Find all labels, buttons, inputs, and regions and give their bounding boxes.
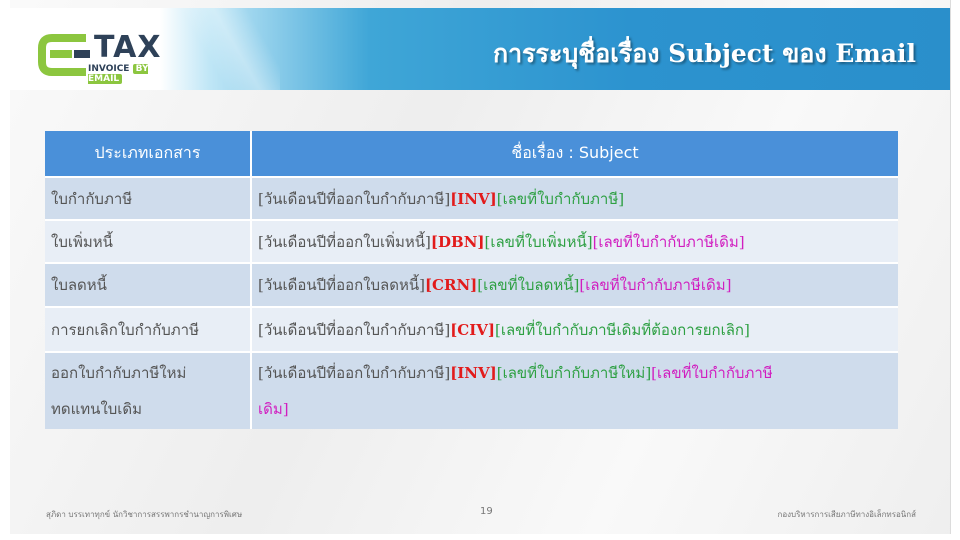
subject-date-segment: [วันเดือนปีที่ออกใบกำกับภาษี]: [258, 364, 451, 382]
subject-original-segment: [เลขที่ใบกำกับภาษีเดิม]: [579, 276, 732, 294]
etax-logo: TAX INVOICE BY EMAIL: [36, 30, 181, 84]
doc-type-cell: ใบลดหนี้: [45, 262, 252, 307]
header-doc-type: ประเภทเอกสาร: [45, 131, 252, 177]
subject-code-segment: [CRN]: [424, 276, 478, 294]
logo-tax-text: TAX: [94, 30, 162, 65]
doc-type-cell: ใบกำกับภาษี: [45, 176, 252, 220]
subject-number-segment: [เลขที่ใบลดหนี้]: [477, 276, 580, 294]
subject-code-segment: [INV]: [450, 364, 497, 382]
subject-code-segment: [DBN]: [430, 232, 485, 251]
doc-type-line: ออกใบกำกับภาษีใหม่: [51, 364, 187, 382]
subject-original-segment: [เลขที่ใบกำกับภาษีเดิม]: [592, 232, 745, 251]
doc-type-cell: ออกใบกำกับภาษีใหม่ทดแทนใบเดิม: [45, 351, 252, 429]
subject-number-segment: [เลขที่ใบเพิ่มหนี้]: [484, 232, 593, 251]
logo-sub-invoice: INVOICE: [88, 64, 130, 74]
subject-code-segment: [CIV]: [450, 320, 495, 339]
table-row: การยกเลิกใบกำกับภาษี [วันเดือนปีที่ออกใบ…: [45, 306, 898, 352]
table-row: ใบกำกับภาษี [วันเดือนปีที่ออกใบกำกับภาษี…: [45, 176, 898, 220]
logo-subtitle: INVOICE BY EMAIL: [88, 64, 181, 84]
subject-number-segment: [เลขที่ใบกำกับภาษีเดิมที่ต้องการยกเลิก]: [494, 320, 750, 339]
table-row: ใบลดหนี้ [วันเดือนปีที่ออกใบลดหนี้][CRN]…: [45, 262, 898, 307]
subject-cell: [วันเดือนปีที่ออกใบลดหนี้][CRN][เลขที่ใบ…: [251, 262, 898, 307]
subject-date-segment: [วันเดือนปีที่ออกใบลดหนี้]: [258, 276, 425, 294]
footer-department: กองบริหารการเสียภาษีทางอิเล็กทรอนิกส์: [777, 510, 917, 519]
subject-number-segment: [เลขที่ใบกำกับภาษี]: [496, 189, 625, 208]
table-row: ใบเพิ่มหนี้ [วันเดือนปีที่ออกใบเพิ่มหนี้…: [45, 219, 898, 263]
header-subject: ชื่อเรื่อง : Subject: [251, 131, 898, 177]
doc-type-cell: ใบเพิ่มหนี้: [45, 219, 252, 263]
subject-cell: [วันเดือนปีที่ออกใบกำกับภาษี][INV][เลขที…: [251, 176, 898, 220]
doc-type-line: ทดแทนใบเดิม: [51, 400, 143, 418]
subject-date-segment: [วันเดือนปีที่ออกใบเพิ่มหนี้]: [258, 232, 431, 251]
subject-original-segment: [เลขที่ใบกำกับภาษี: [651, 364, 773, 382]
table-row: ออกใบกำกับภาษีใหม่ทดแทนใบเดิม [วันเดือนป…: [45, 351, 898, 429]
slide: TAX INVOICE BY EMAIL การระบุชื่อเรื่อง S…: [10, 0, 951, 534]
etax-e-icon: [38, 34, 90, 76]
doc-type-cell: การยกเลิกใบกำกับภาษี: [45, 306, 252, 352]
subject-cell: [วันเดือนปีที่ออกใบเพิ่มหนี้][DBN][เลขที…: [251, 219, 898, 263]
subject-cell: [วันเดือนปีที่ออกใบกำกับภาษี][INV][เลขที…: [251, 351, 898, 429]
page-number: 19: [480, 506, 493, 517]
subject-original-segment-cont: เดิม]: [258, 400, 289, 418]
page-title: การระบุชื่อเรื่อง Subject ของ Email: [492, 39, 916, 68]
subject-date-segment: [วันเดือนปีที่ออกใบกำกับภาษี]: [258, 320, 451, 339]
subject-date-segment: [วันเดือนปีที่ออกใบกำกับภาษี]: [258, 189, 451, 208]
subject-table: ประเภทเอกสาร ชื่อเรื่อง : Subject ใบกำกั…: [45, 131, 898, 429]
subject-number-segment: [เลขที่ใบกำกับภาษีใหม่]: [496, 364, 652, 382]
table-header-row: ประเภทเอกสาร ชื่อเรื่อง : Subject: [45, 131, 898, 177]
subject-cell: [วันเดือนปีที่ออกใบกำกับภาษี][CIV][เลขที…: [251, 306, 898, 352]
footer-author: สุภิดา บรรเทาทุกข์ นักวิชาการสรรพากรชำนา…: [46, 510, 243, 519]
subject-code-segment: [INV]: [450, 189, 497, 208]
